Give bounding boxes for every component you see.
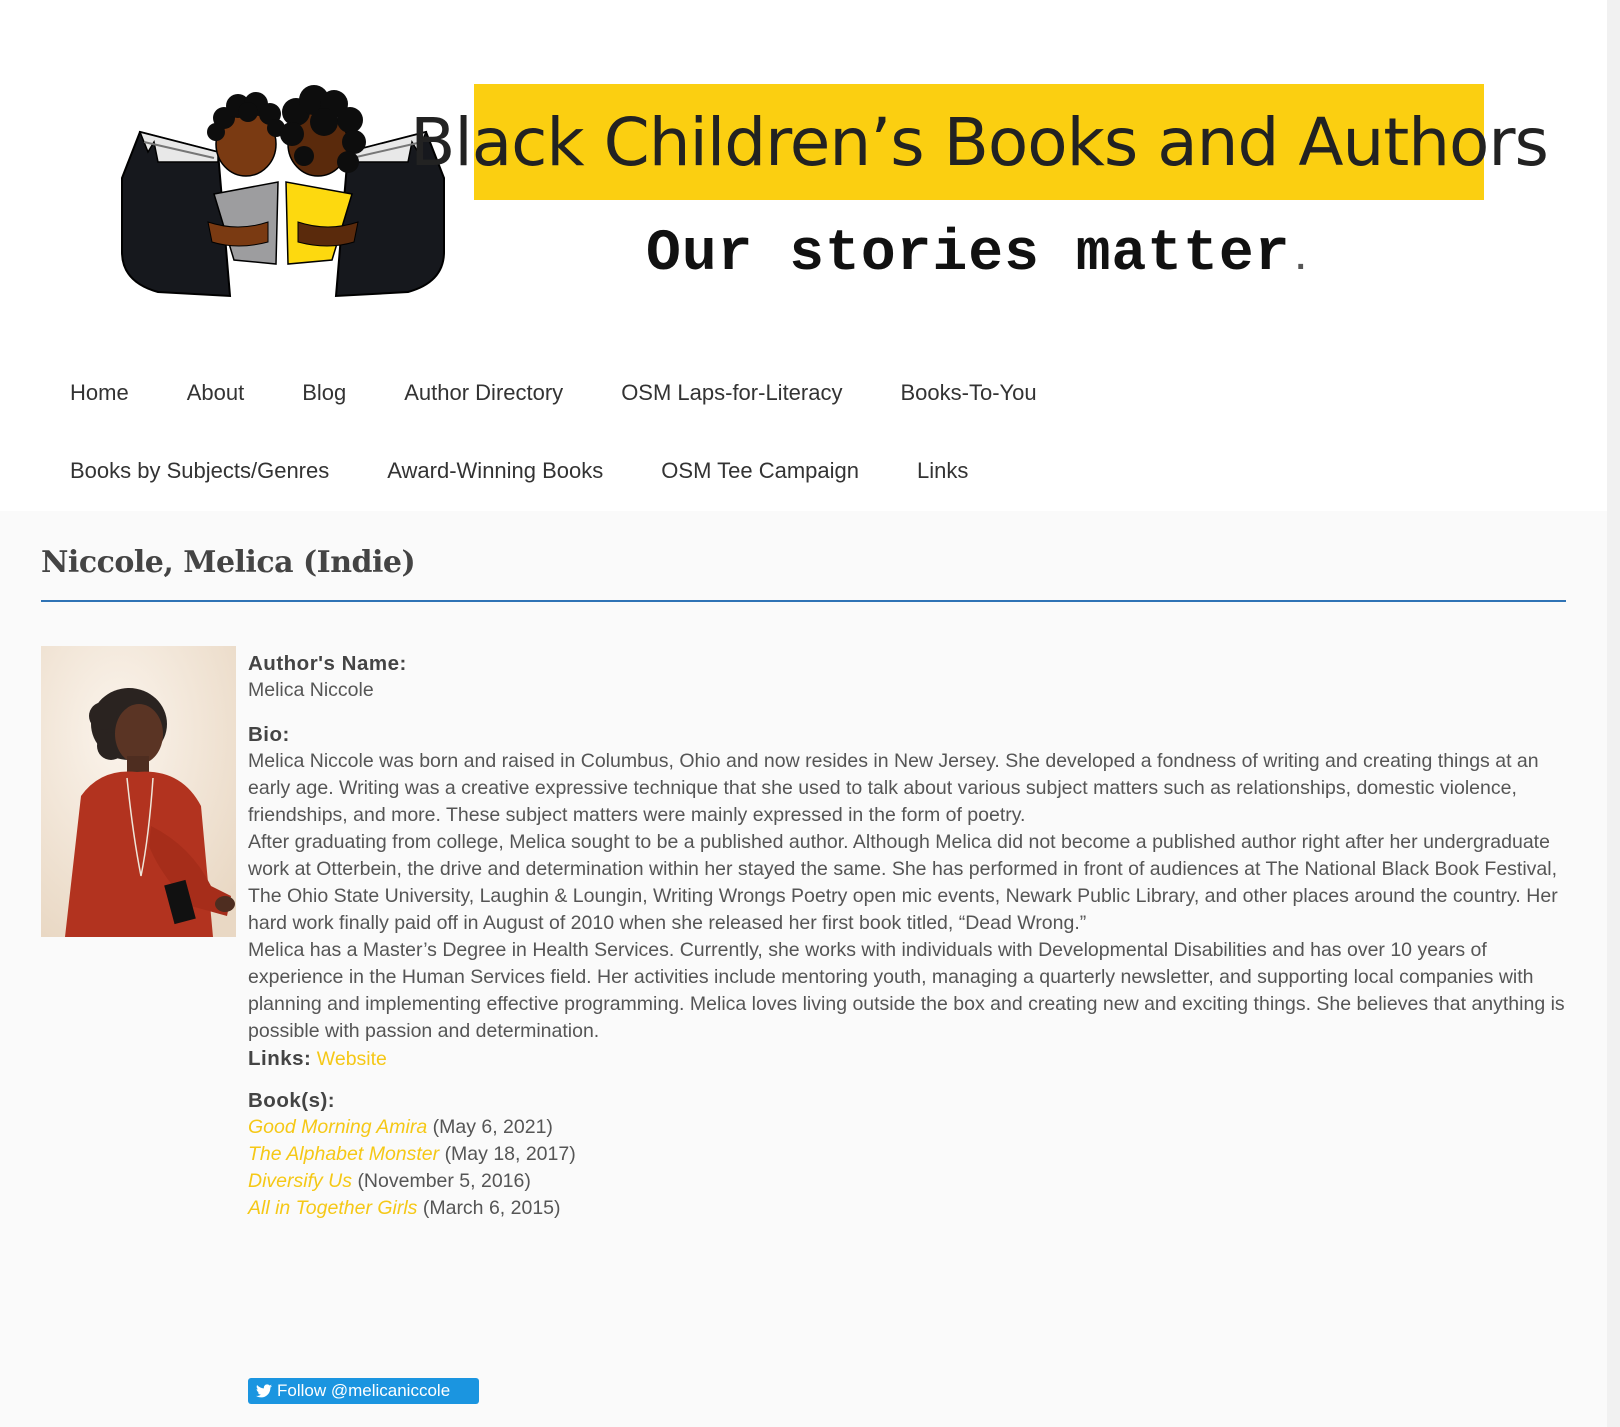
book-date: (November 5, 2016)	[357, 1170, 531, 1192]
site-title: Black Children’s Books and Authors	[410, 103, 1549, 181]
follow-label: Follow @melicaniccole	[277, 1381, 451, 1400]
bio-paragraph: After graduating from college, Melica so…	[248, 831, 1558, 934]
nav-item-award-winning-books[interactable]: Award-Winning Books	[358, 454, 632, 488]
site-tagline: Our stories matter.	[474, 222, 1484, 287]
twitter-bird-icon	[256, 1384, 272, 1398]
nav-item-osm-tee-campaign[interactable]: OSM Tee Campaign	[632, 454, 888, 488]
bio-label: Bio:	[248, 723, 290, 746]
nav-item-author-directory[interactable]: Author Directory	[375, 376, 592, 410]
book-item: Good Morning Amira (May 6, 2021)	[248, 1114, 1568, 1141]
title-divider	[41, 600, 1566, 602]
tagline-text: Our stories matter	[646, 222, 1291, 287]
author-details: Author's Name: Melica Niccole Bio: Melic…	[248, 650, 1568, 1222]
logo-children-reading-icon[interactable]	[118, 82, 448, 308]
nav-item-osm-laps-for-literacy[interactable]: OSM Laps-for-Literacy	[592, 376, 871, 410]
nav-item-blog[interactable]: Blog	[273, 376, 375, 410]
site-header: Black Children’s Books and Authors Our s…	[0, 0, 1607, 511]
site-title-banner[interactable]: Black Children’s Books and Authors	[410, 84, 1549, 200]
bio-paragraph: Melica has a Master’s Degree in Health S…	[248, 939, 1565, 1042]
book-item: All in Together Girls (March 6, 2015)	[248, 1195, 1568, 1222]
nav-item-home[interactable]: Home	[41, 376, 158, 410]
books-label: Book(s):	[248, 1089, 336, 1112]
links-label: Links:	[248, 1047, 312, 1070]
tagline-dot: .	[1290, 242, 1312, 280]
twitter-follow-button[interactable]: Follow @melicaniccole	[248, 1378, 479, 1404]
book-title-link[interactable]: Good Morning Amira	[248, 1116, 427, 1138]
nav-item-books-to-you[interactable]: Books-To-You	[871, 376, 1065, 410]
book-item: The Alphabet Monster (May 18, 2017)	[248, 1141, 1568, 1168]
author-name-block: Author's Name: Melica Niccole	[248, 650, 1568, 704]
book-date: (March 6, 2015)	[422, 1197, 561, 1219]
author-name-label: Author's Name:	[248, 652, 407, 675]
book-date: (May 18, 2017)	[444, 1143, 576, 1165]
page-title: Niccole, Melica (Indie)	[41, 545, 416, 580]
author-photo	[41, 646, 236, 937]
book-title-link[interactable]: The Alphabet Monster	[248, 1143, 439, 1165]
website-link[interactable]: Website	[317, 1048, 387, 1070]
author-name: Melica Niccole	[248, 679, 374, 701]
main-nav-row-2: Books by Subjects/Genres Award-Winning B…	[41, 454, 997, 488]
book-date: (May 6, 2021)	[432, 1116, 553, 1138]
book-item: Diversify Us (November 5, 2016)	[248, 1168, 1568, 1195]
nav-item-links[interactable]: Links	[888, 454, 997, 488]
book-title-link[interactable]: Diversify Us	[248, 1170, 352, 1192]
links-line: Links: Website	[248, 1045, 1568, 1073]
nav-item-about[interactable]: About	[158, 376, 274, 410]
page-scrollbar[interactable]	[1607, 0, 1620, 1427]
main-nav-row-1: Home About Blog Author Directory OSM Lap…	[41, 376, 1066, 410]
book-title-link[interactable]: All in Together Girls	[248, 1197, 417, 1219]
bio-paragraph: Melica Niccole was born and raised in Co…	[248, 750, 1539, 826]
nav-item-books-by-subjects[interactable]: Books by Subjects/Genres	[41, 454, 358, 488]
